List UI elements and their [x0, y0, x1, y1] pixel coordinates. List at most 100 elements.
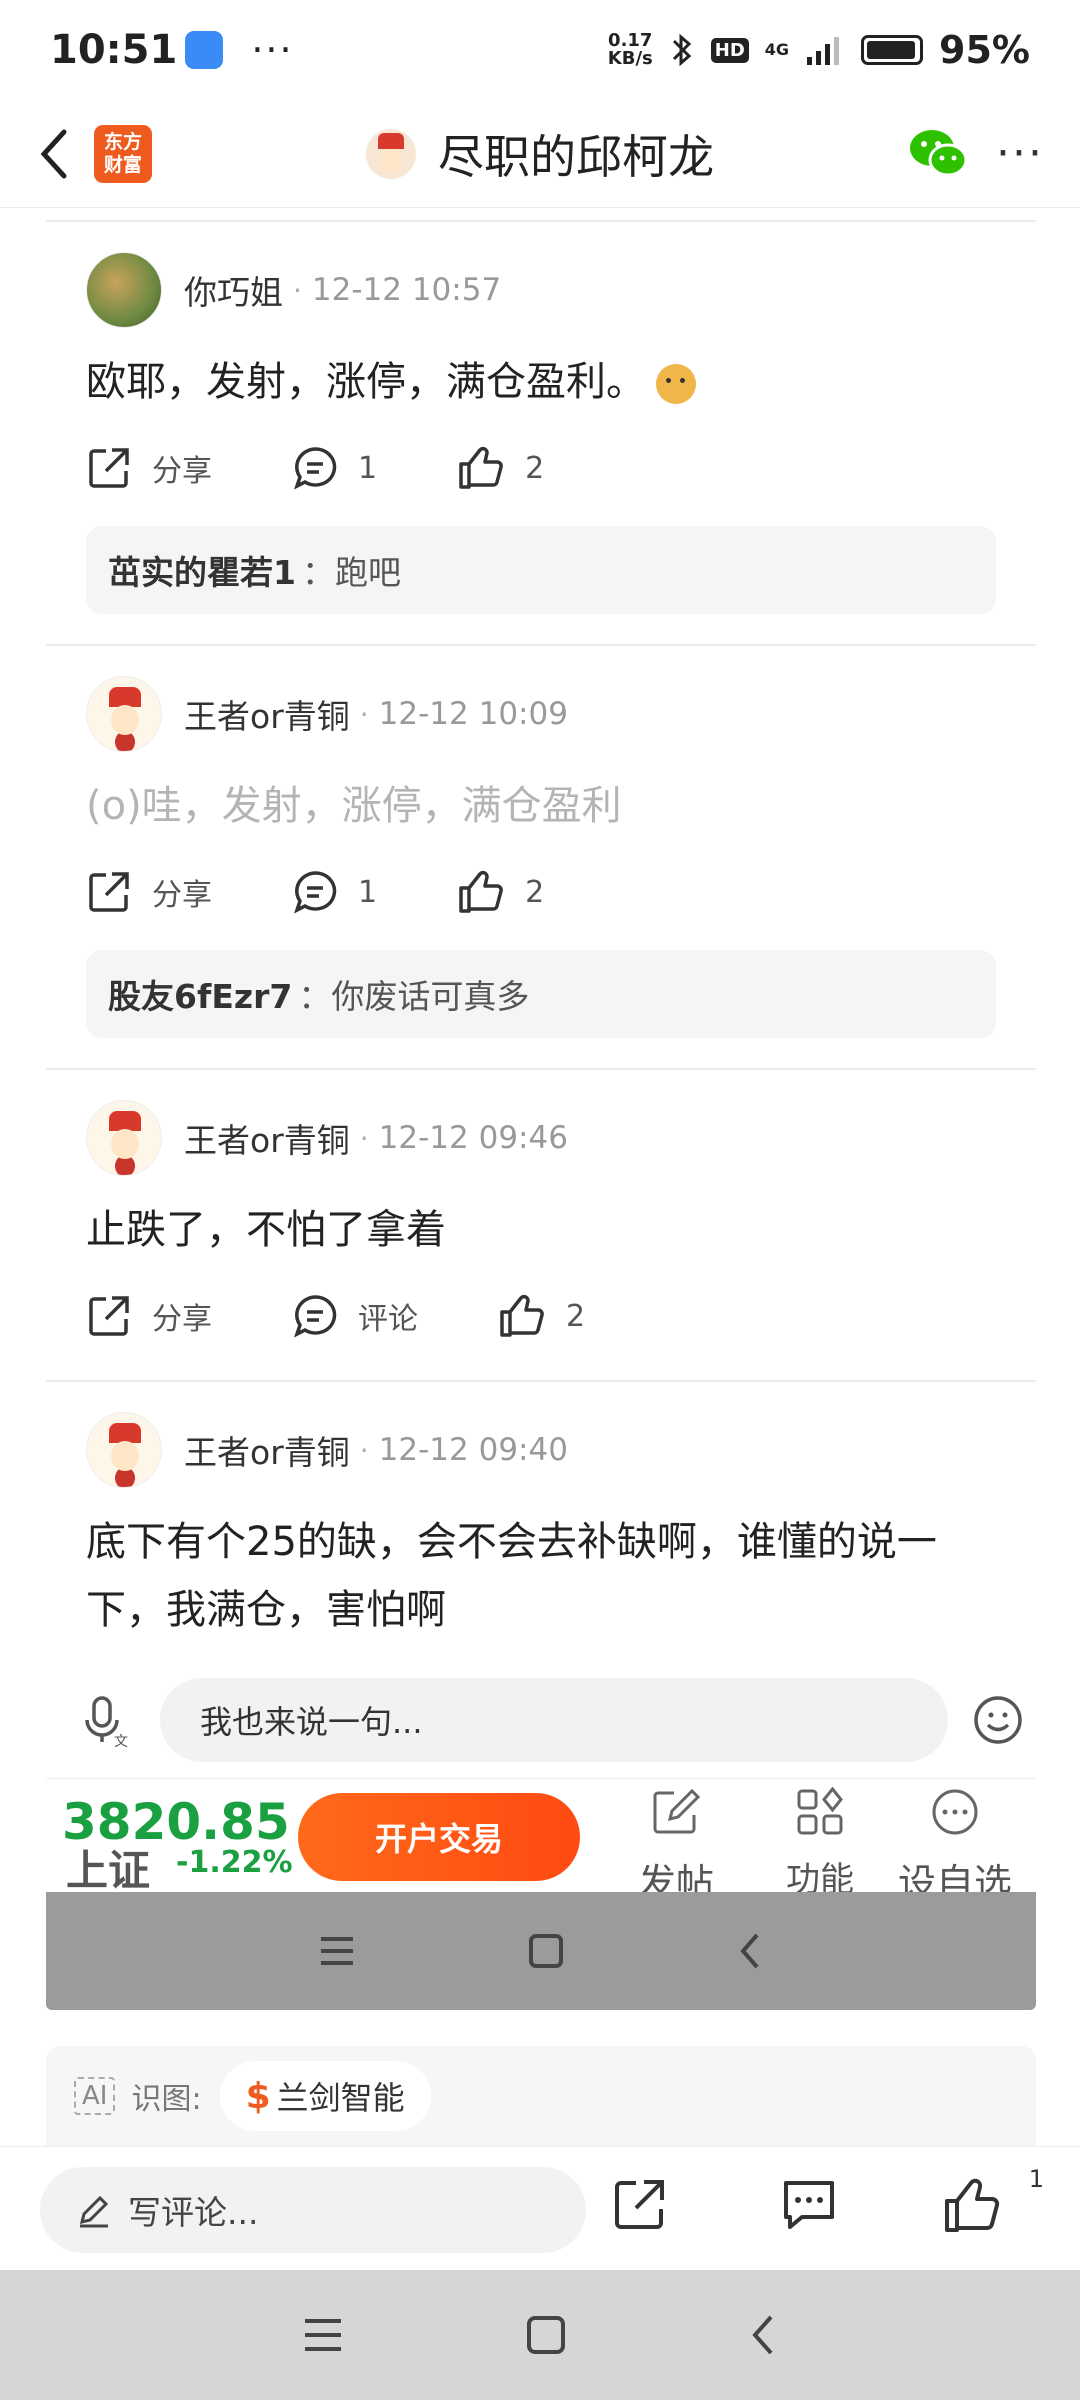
- thumbs-up-icon: [459, 870, 503, 913]
- user-avatar[interactable]: [86, 1100, 162, 1176]
- network-type: 4G: [764, 40, 790, 59]
- network-speed-unit: KB/s: [607, 48, 653, 69]
- comment-header: 王者or青铜 · 12-12 09:40: [86, 1412, 996, 1488]
- dot-separator: ·: [359, 1433, 369, 1467]
- share-button[interactable]: 分享: [86, 445, 212, 491]
- like-button[interactable]: 2: [457, 445, 544, 491]
- share-icon[interactable]: [612, 2177, 668, 2233]
- more-options-button[interactable]: ···: [988, 130, 1052, 178]
- comment-input[interactable]: 我也来说一句...: [160, 1678, 948, 1762]
- share-icon: [89, 1296, 129, 1336]
- thumbs-up-icon[interactable]: [942, 2177, 1002, 2235]
- menu-icon[interactable]: [317, 1933, 357, 1969]
- top-nav: 东方 财富 尽职的邱柯龙 ···: [0, 100, 1080, 208]
- comment-username[interactable]: 王者or青铜: [184, 1114, 350, 1162]
- app-logo-line-1: 东方: [103, 130, 142, 153]
- post-like-count: 1: [1028, 2165, 1044, 2193]
- chevron-left-icon: [40, 129, 67, 178]
- more-circle-icon: [932, 1789, 978, 1835]
- open-account-button[interactable]: 开户交易: [298, 1793, 580, 1881]
- dollar-icon: $: [245, 2075, 271, 2117]
- comment-count: 1: [358, 450, 378, 486]
- comment-button[interactable]: 评论: [292, 1293, 418, 1339]
- reply-text: ：你废话可真多: [298, 977, 530, 1016]
- home-square-icon[interactable]: [525, 2314, 567, 2356]
- comment-username[interactable]: 王者or青铜: [184, 1426, 350, 1474]
- comment-actions: 分享 评论 2: [86, 1276, 996, 1356]
- reply-username[interactable]: 股友6fEzr7: [108, 970, 292, 1018]
- page-title: 尽职的邱柯龙: [438, 130, 714, 184]
- battery-level: [867, 41, 915, 59]
- user-avatar[interactable]: [86, 1412, 162, 1488]
- comment-item[interactable]: 你巧姐 · 12-12 10:57 欧耶，发射，涨停，满仓盈利。 分享 1 2 …: [46, 252, 1036, 646]
- comment-actions: 分享 1 2: [86, 852, 996, 932]
- function-button[interactable]: 功能: [786, 1786, 854, 1901]
- like-button[interactable]: 2: [457, 869, 544, 915]
- quote-bar: 3820.85 上证 -1.22% 开户交易 发帖 功能 设自选: [46, 1778, 1036, 1905]
- menu-icon[interactable]: [301, 2315, 345, 2355]
- like-count: 2: [566, 1298, 586, 1334]
- comment-text: (o)哇，发射，涨停，满仓盈利: [86, 783, 622, 829]
- post-button[interactable]: 发帖: [638, 1787, 714, 1907]
- index-name[interactable]: 上证: [66, 1837, 150, 1898]
- thumbs-up-icon: [459, 446, 503, 489]
- share-button[interactable]: 分享: [86, 869, 212, 915]
- bottom-action-bar: 写评论... 1: [0, 2146, 1080, 2270]
- share-button[interactable]: 分享: [86, 1293, 212, 1339]
- comment-username[interactable]: 你巧姐: [184, 266, 283, 314]
- ai-icon: AI: [74, 2077, 116, 2115]
- add-watchlist-button[interactable]: 设自选: [898, 1787, 1012, 1907]
- comment-item[interactable]: 王者or青铜 · 12-12 09:46 止跌了，不怕了拿着 分享 评论 2: [46, 1100, 1036, 1382]
- comment-text: 底下有个25的缺，会不会去补缺啊，谁懂的说一下，我满仓，害怕啊: [86, 1519, 937, 1633]
- comment-username[interactable]: 王者or青铜: [184, 690, 350, 738]
- comment-header: 王者or青铜 · 12-12 10:09: [86, 676, 996, 752]
- comment-input-row: 文 我也来说一句...: [46, 1662, 1036, 1778]
- share-label: 分享: [152, 878, 212, 913]
- write-comment-button[interactable]: 写评论...: [40, 2167, 586, 2253]
- comment-count: 1: [358, 874, 378, 910]
- like-count: 2: [525, 450, 545, 486]
- pencil-icon: [79, 2195, 109, 2228]
- voice-input-icon[interactable]: 文: [76, 1690, 136, 1750]
- divider: [46, 220, 1036, 222]
- reply-username[interactable]: 茁实的瞿若1: [108, 546, 296, 594]
- emoji-icon[interactable]: [972, 1694, 1024, 1746]
- reply-preview[interactable]: 股友6fEzr7 ：你废话可真多: [86, 950, 996, 1038]
- status-time: 10:51: [50, 27, 178, 73]
- comment-item[interactable]: 王者or青铜 · 12-12 10:09 (o)哇，发射，涨停，满仓盈利 分享 …: [46, 676, 1036, 1070]
- back-button[interactable]: [14, 114, 94, 194]
- comment-button[interactable]: 1: [292, 445, 377, 491]
- comment-text: 欧耶，发射，涨停，满仓盈利。: [86, 348, 996, 416]
- battery-icon: [861, 35, 924, 65]
- apps-grid-icon: [797, 1786, 843, 1835]
- user-avatar[interactable]: [86, 676, 162, 752]
- ai-label: 识图:: [131, 2082, 202, 2117]
- back-arrow-icon[interactable]: [747, 2313, 779, 2357]
- comment-button[interactable]: 1: [292, 869, 377, 915]
- dot-separator: ·: [359, 697, 369, 731]
- back-arrow-icon[interactable]: [735, 1931, 765, 1971]
- share-icon: [89, 872, 129, 912]
- comments-icon[interactable]: [780, 2177, 838, 2233]
- system-nav-bar: [0, 2270, 1080, 2400]
- dot-separator: ·: [359, 1121, 369, 1155]
- comment-time: 12-12 10:09: [378, 696, 568, 732]
- comment-header: 王者or青铜 · 12-12 09:46: [86, 1100, 996, 1176]
- reply-preview[interactable]: 茁实的瞿若1 ：跑吧: [86, 526, 996, 614]
- user-avatar[interactable]: [86, 252, 162, 328]
- dot-separator: ·: [293, 273, 302, 307]
- notification-app-icon: [185, 31, 224, 69]
- like-button[interactable]: 2: [498, 1293, 585, 1339]
- comment-text-content: 欧耶，发射，涨停，满仓盈利。: [86, 359, 646, 405]
- share-label: 分享: [152, 454, 212, 489]
- dog-emoji-icon: [656, 364, 696, 404]
- edit-icon: [653, 1788, 701, 1834]
- app-logo[interactable]: 东方 财富: [94, 124, 152, 183]
- comment-icon: [294, 447, 337, 490]
- wechat-icon[interactable]: [906, 122, 970, 186]
- reply-text: ：跑吧: [301, 553, 401, 592]
- comment-item[interactable]: 王者or青铜 · 12-12 09:40 底下有个25的缺，会不会去补缺啊，谁懂…: [46, 1412, 1036, 1662]
- stock-tag[interactable]: $ 兰剑智能: [219, 2061, 431, 2131]
- home-square-icon[interactable]: [527, 1932, 565, 1970]
- author-avatar: [366, 129, 416, 179]
